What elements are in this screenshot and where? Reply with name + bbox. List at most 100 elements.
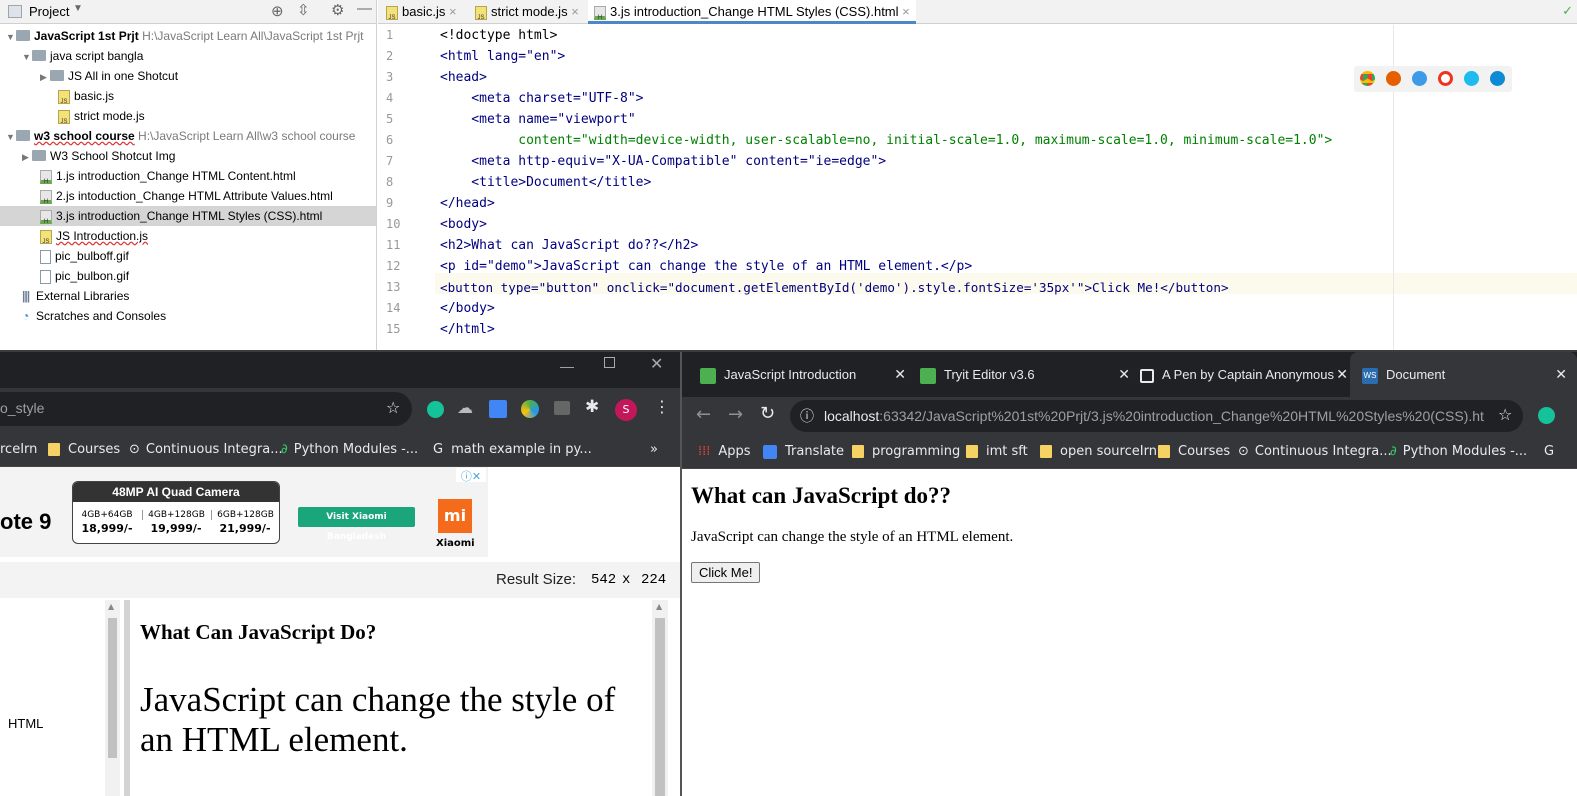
collapse-all-icon[interactable]: ⇳: [297, 1, 310, 19]
forward-arrow-icon[interactable]: →: [728, 404, 743, 425]
chevron-down-icon[interactable]: ▼: [73, 3, 83, 14]
code-line[interactable]: <!doctype html>: [440, 25, 557, 46]
code-line[interactable]: </body>: [440, 298, 495, 319]
chevron-down-icon[interactable]: ▼: [6, 27, 16, 47]
tree-item-project-root[interactable]: ▼ w3 school course H:\JavaScript Learn Al…: [6, 126, 355, 146]
code-line[interactable]: <meta http-equiv="X-UA-Compatible" conte…: [440, 151, 886, 172]
browser-tab-active[interactable]: WS Document ✕: [1350, 352, 1577, 397]
info-icon[interactable]: ⓘ: [800, 406, 814, 426]
tree-item-file[interactable]: JS JS Introduction.js: [40, 226, 148, 246]
edge-icon[interactable]: [1490, 71, 1505, 86]
editor-tab-strict-mode[interactable]: JS strict mode.js ×: [475, 0, 579, 24]
close-icon[interactable]: ✕: [650, 354, 663, 374]
tree-item-file[interactable]: H 2.js intoduction_Change HTML Attribute …: [40, 186, 333, 206]
gear-icon[interactable]: ⚙: [331, 1, 344, 19]
close-icon[interactable]: ✕: [894, 352, 906, 397]
browser-tab[interactable]: A Pen by Captain Anonymous ✕: [1140, 352, 1348, 397]
bookmark-item[interactable]: Courses: [48, 433, 120, 467]
back-arrow-icon[interactable]: ←: [696, 404, 711, 425]
tree-item-folder[interactable]: ▼ java script bangla: [22, 46, 143, 66]
project-title[interactable]: Project: [29, 4, 69, 19]
advertisement[interactable]: ⓘ✕ ote 9 48MP AI Quad Camera 4GB+64GB 18…: [0, 467, 488, 557]
scrollbar-thumb[interactable]: [108, 618, 117, 758]
camera-extension-icon[interactable]: [554, 401, 570, 415]
code-line[interactable]: <title>Document</title>: [440, 172, 651, 193]
grammarly-icon[interactable]: [1538, 407, 1555, 424]
reload-icon[interactable]: ↻: [760, 403, 775, 424]
firefox-icon[interactable]: [1386, 71, 1401, 86]
tree-item-project-root[interactable]: ▼ JavaScript 1st Prjt H:\JavaScript Learn…: [6, 26, 363, 46]
code-line[interactable]: </head>: [440, 193, 495, 214]
code-line-current[interactable]: <button type="button" onclick="document.…: [440, 277, 1229, 298]
url-bar[interactable]: ⓘ localhost:63342/JavaScript%201st%20Prj…: [790, 400, 1523, 432]
tree-item-scratches[interactable]: ◔ Scratches and Consoles: [22, 306, 166, 326]
close-icon[interactable]: ×: [449, 4, 457, 19]
chevron-down-icon[interactable]: ▼: [6, 127, 16, 147]
close-icon[interactable]: ✕: [1118, 352, 1130, 397]
address-bar[interactable]: o_style ☆: [0, 392, 412, 426]
scrollbar-thumb[interactable]: [655, 618, 665, 796]
star-icon[interactable]: ☆: [1498, 405, 1512, 424]
code-line[interactable]: content="width=device-width, user-scalab…: [440, 130, 1332, 151]
close-icon[interactable]: ×: [571, 4, 579, 19]
close-icon[interactable]: ✕: [1555, 352, 1567, 397]
click-me-button[interactable]: Click Me!: [691, 562, 761, 583]
minimize-icon[interactable]: —: [357, 0, 372, 17]
tree-item-external-libraries[interactable]: ||| External Libraries: [22, 286, 129, 306]
code-line[interactable]: <html lang="en">: [440, 46, 565, 67]
bookmark-item[interactable]: Courses: [1158, 435, 1230, 469]
tree-item-file[interactable]: pic_bulbon.gif: [40, 266, 129, 286]
color-picker-icon[interactable]: [521, 400, 539, 418]
code-pane[interactable]: HTML ▲: [0, 600, 120, 796]
bookmark-item[interactable]: ⊙ Continuous Integra...: [1238, 435, 1392, 469]
ad-info-icon[interactable]: ⓘ✕: [456, 468, 486, 483]
translate-extension-icon[interactable]: [489, 400, 507, 418]
editor-tab-basic-js[interactable]: JS basic.js ×: [386, 0, 457, 24]
internet-explorer-icon[interactable]: [1464, 71, 1479, 86]
chevron-right-icon[interactable]: ▶: [40, 67, 50, 87]
tree-item-file[interactable]: H 1.js introduction_Change HTML Content.h…: [40, 166, 296, 186]
bookmark-item[interactable]: rceIrn: [0, 433, 37, 467]
browser-tab[interactable]: JavaScript Introduction ✕: [700, 352, 910, 397]
tree-item-file[interactable]: pic_bulboff.gif: [40, 246, 129, 266]
chevron-right-icon[interactable]: ▶: [22, 147, 32, 167]
bookmark-item[interactable]: Translate: [763, 435, 844, 469]
safari-icon[interactable]: [1412, 71, 1427, 86]
tree-item-folder[interactable]: ▶ W3 School Shotcut Img: [22, 146, 175, 166]
bookmark-item[interactable]: Gmath example in py...: [433, 433, 592, 467]
tree-item-file-selected[interactable]: H 3.js introduction_Change HTML Styles (C…: [0, 206, 376, 226]
scroll-up-icon[interactable]: ▲: [108, 602, 114, 611]
code-line[interactable]: <head>: [440, 67, 487, 88]
minimize-icon[interactable]: —: [560, 358, 574, 374]
bookmark-item[interactable]: ∂ Python Modules -...: [281, 433, 418, 467]
opera-icon[interactable]: [1438, 71, 1453, 86]
bookmark-overflow-icon[interactable]: »: [650, 433, 658, 467]
bookmark-item[interactable]: ⁞⁞⁞ Apps: [698, 435, 751, 469]
locate-icon[interactable]: ⊕: [271, 2, 284, 20]
code-line[interactable]: <body>: [440, 214, 487, 235]
ad-cta-button[interactable]: Visit Xiaomi Bangladesh: [298, 507, 415, 542]
more-menu-icon[interactable]: ⋮: [654, 397, 670, 416]
puzzle-icon[interactable]: ✱: [585, 397, 599, 417]
bookmark-item[interactable]: ⊙ Continuous Integra...: [129, 433, 283, 467]
code-pane-scrollbar[interactable]: ▲: [105, 600, 120, 796]
browser-tab[interactable]: Tryit Editor v3.6 ✕: [920, 352, 1130, 397]
grammarly-icon[interactable]: [427, 401, 444, 418]
close-icon[interactable]: ✕: [1336, 352, 1348, 397]
tree-item-file[interactable]: JS basic.js: [58, 86, 114, 106]
code-line[interactable]: <meta charset="UTF-8">: [440, 88, 643, 109]
scroll-up-icon[interactable]: ▲: [656, 602, 662, 611]
maximize-icon[interactable]: [604, 357, 615, 368]
editor-tab-active-file[interactable]: H 3.js introduction_Change HTML Styles (C…: [588, 0, 916, 24]
close-icon[interactable]: ×: [902, 4, 910, 19]
chrome-icon[interactable]: [1360, 71, 1375, 86]
result-scrollbar[interactable]: ▲: [652, 600, 668, 796]
tree-item-file[interactable]: JS strict mode.js: [58, 106, 145, 126]
bookmark-item[interactable]: open sourceIrn: [1040, 435, 1157, 469]
avatar[interactable]: S: [615, 399, 637, 421]
extension-cloud-icon[interactable]: ☁: [457, 398, 473, 417]
tree-item-folder[interactable]: ▶ JS All in one Shotcut: [40, 66, 178, 86]
chevron-down-icon[interactable]: ▼: [22, 47, 32, 67]
bookmark-item[interactable]: imt sft: [966, 435, 1028, 469]
code-line[interactable]: <h2>What can JavaScript do??</h2>: [440, 235, 698, 256]
